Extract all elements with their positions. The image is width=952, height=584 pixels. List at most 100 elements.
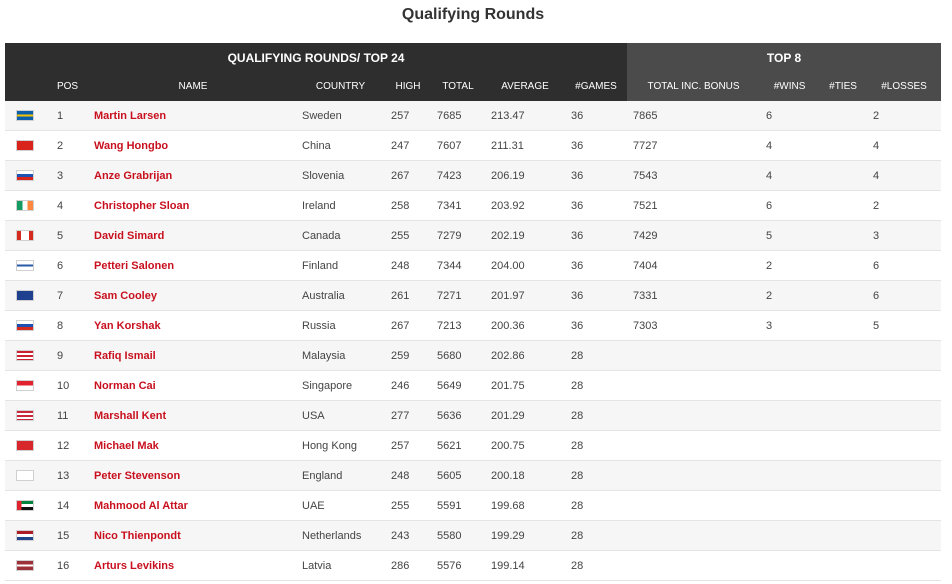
- table-row: 11 Marshall Kent USA 277 5636 201.29 28: [5, 400, 942, 431]
- country-cell: Ireland: [296, 190, 385, 221]
- total-inc-bonus-cell: [627, 400, 761, 431]
- losses-cell: 4: [867, 130, 942, 161]
- high-cell: 267: [385, 310, 431, 341]
- total-cell: 5621: [431, 430, 485, 461]
- total-inc-bonus-cell: [627, 340, 761, 371]
- player-name-link[interactable]: David Simard: [94, 230, 164, 242]
- player-name-link[interactable]: Petteri Salonen: [94, 260, 174, 272]
- total-inc-bonus-cell: 7303: [627, 310, 761, 341]
- average-cell: 199.29: [485, 520, 565, 551]
- wins-cell: 6: [760, 190, 820, 221]
- wins-cell: [760, 370, 820, 401]
- player-name-link[interactable]: Christopher Sloan: [94, 200, 189, 212]
- wins-cell: [760, 520, 820, 551]
- flag-cell: [5, 190, 45, 221]
- losses-cell: [867, 460, 942, 491]
- pos-cell: 6: [45, 250, 90, 281]
- total-inc-bonus-cell: [627, 490, 761, 521]
- pos-cell: 14: [45, 490, 90, 521]
- player-name-cell: David Simard: [90, 220, 296, 251]
- country-cell: Sweden: [296, 101, 385, 131]
- player-name-link[interactable]: Nico Thienpondt: [94, 530, 181, 542]
- player-name-link[interactable]: Sam Cooley: [94, 290, 157, 302]
- ties-cell: [819, 550, 868, 581]
- player-name-cell: Wang Hongbo: [90, 130, 296, 161]
- table-row: 2 Wang Hongbo China 247 7607 211.31 36 7727 4 4: [5, 130, 942, 161]
- total-inc-bonus-cell: 7865: [627, 101, 761, 131]
- country-column-header: COUNTRY: [296, 72, 385, 101]
- singapore-flag-icon: [16, 380, 34, 392]
- flag-cell: [5, 160, 45, 191]
- losses-cell: 2: [867, 101, 942, 131]
- games-cell: 28: [565, 340, 628, 371]
- high-cell: 257: [385, 430, 431, 461]
- player-name-link[interactable]: Michael Mak: [94, 440, 159, 452]
- country-cell: Australia: [296, 280, 385, 311]
- average-cell: 202.19: [485, 220, 565, 251]
- ties-cell: [819, 460, 868, 491]
- player-name-link[interactable]: Peter Stevenson: [94, 470, 180, 482]
- average-cell: 211.31: [485, 130, 565, 161]
- average-cell: 206.19: [485, 160, 565, 191]
- player-name-link[interactable]: Mahmood Al Attar: [94, 500, 188, 512]
- column-header-row: POS NAME COUNTRY HIGH TOTAL AVERAGE #GAM…: [5, 72, 942, 101]
- table-row: 8 Yan Korshak Russia 267 7213 200.36 36 7303 3 5: [5, 310, 942, 341]
- flag-cell: [5, 130, 45, 161]
- player-name-link[interactable]: Arturs Levikins: [94, 560, 174, 572]
- losses-cell: 4: [867, 160, 942, 191]
- flag-cell: [5, 520, 45, 551]
- player-name-link[interactable]: Martin Larsen: [94, 110, 166, 122]
- table-row: 4 Christopher Sloan Ireland 258 7341 203.92 36…: [5, 190, 942, 221]
- player-name-link[interactable]: Marshall Kent: [94, 410, 166, 422]
- high-column-header: HIGH: [385, 72, 431, 101]
- high-cell: 247: [385, 130, 431, 161]
- total-cell: 7271: [431, 280, 485, 311]
- ties-cell: [819, 400, 868, 431]
- table-row: 7 Sam Cooley Australia 261 7271 201.97 36 7331 2…: [5, 280, 942, 311]
- finland-flag-icon: [16, 260, 34, 272]
- high-cell: 257: [385, 101, 431, 131]
- country-cell: Canada: [296, 220, 385, 251]
- total-cell: 7685: [431, 101, 485, 131]
- total-cell: 5680: [431, 340, 485, 371]
- player-name-link[interactable]: Rafiq Ismail: [94, 350, 156, 362]
- player-name-link[interactable]: Yan Korshak: [94, 320, 161, 332]
- high-cell: 255: [385, 220, 431, 251]
- player-name-cell: Arturs Levikins: [90, 550, 296, 581]
- wins-cell: 2: [760, 280, 820, 311]
- country-cell: Slovenia: [296, 160, 385, 191]
- table-row: 9 Rafiq Ismail Malaysia 259 5680 202.86 28: [5, 340, 942, 371]
- wins-cell: [760, 550, 820, 581]
- player-name-link[interactable]: Anze Grabrijan: [94, 170, 172, 182]
- losses-cell: [867, 430, 942, 461]
- table-row: 16 Arturs Levikins Latvia 286 5576 199.14 28: [5, 550, 942, 581]
- flag-cell: [5, 460, 45, 491]
- pos-cell: 16: [45, 550, 90, 581]
- flag-cell: [5, 370, 45, 401]
- flag-cell: [5, 490, 45, 521]
- ties-cell: [819, 370, 868, 401]
- losses-cell: [867, 340, 942, 371]
- total-cell: 7279: [431, 220, 485, 251]
- total-column-header: TOTAL: [431, 72, 485, 101]
- average-cell: 200.36: [485, 310, 565, 341]
- table-row: 15 Nico Thienpondt Netherlands 243 5580 199.2…: [5, 520, 942, 551]
- games-cell: 28: [565, 550, 628, 581]
- pos-cell: 12: [45, 430, 90, 461]
- latvia-flag-icon: [16, 560, 34, 572]
- player-name-cell: Michael Mak: [90, 430, 296, 461]
- table-row: 12 Michael Mak Hong Kong 257 5621 200.75 28: [5, 430, 942, 461]
- total-inc-bonus-cell: 7331: [627, 280, 761, 311]
- average-cell: 199.14: [485, 550, 565, 581]
- player-name-link[interactable]: Norman Cai: [94, 380, 156, 392]
- player-name-link[interactable]: Wang Hongbo: [94, 140, 168, 152]
- ties-cell: [819, 190, 868, 221]
- pos-cell: 13: [45, 460, 90, 491]
- wins-cell: [760, 490, 820, 521]
- losses-cell: [867, 520, 942, 551]
- losses-cell: [867, 550, 942, 581]
- player-name-cell: Sam Cooley: [90, 280, 296, 311]
- high-cell: 248: [385, 460, 431, 491]
- table-row: 13 Peter Stevenson England 248 5605 200.18 28: [5, 460, 942, 491]
- sweden-flag-icon: [16, 110, 34, 122]
